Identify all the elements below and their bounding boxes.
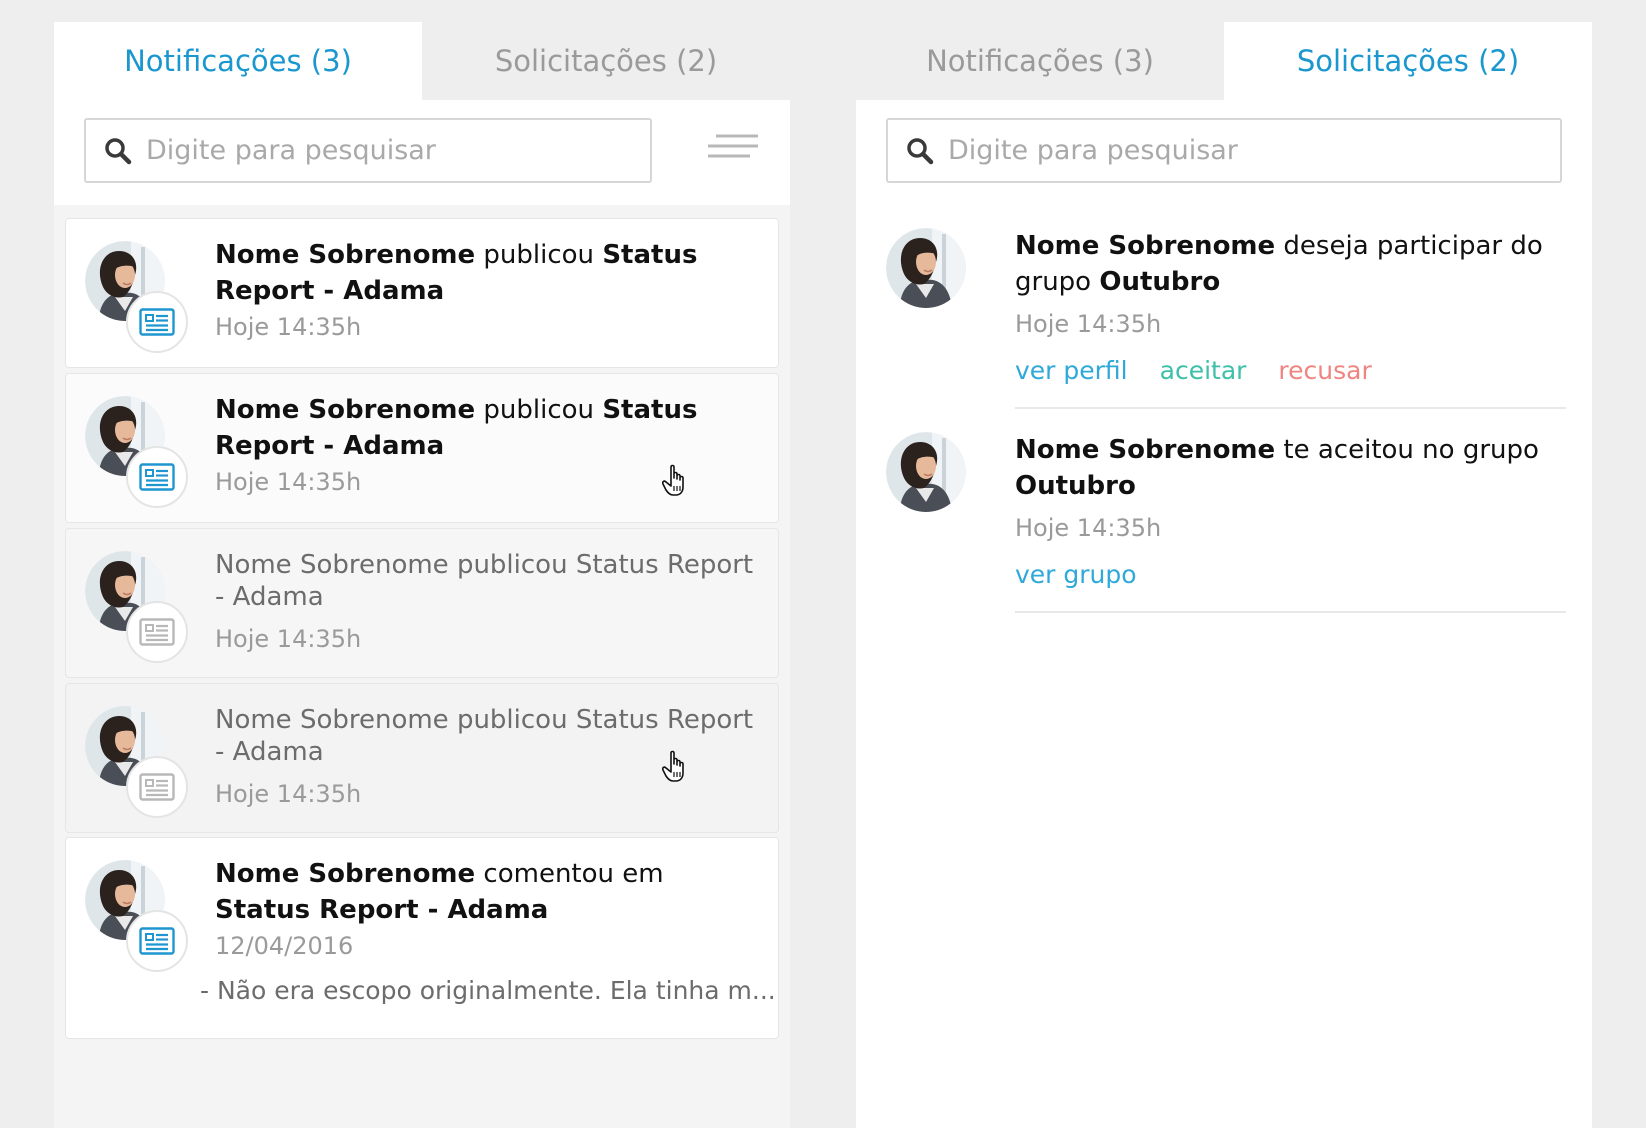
- document-badge: [126, 601, 188, 663]
- tab-bar: Notificações (3) Solicitações (2): [856, 22, 1592, 100]
- document-icon: [139, 463, 175, 491]
- search-input[interactable]: Digite para pesquisar: [84, 118, 652, 183]
- search-icon: [907, 137, 934, 164]
- group-name: Outubro: [1099, 267, 1221, 297]
- comment-excerpt: - Não era escopo originalmente. Ela tinh…: [200, 976, 776, 1005]
- timestamp: Hoje 14:35h: [1015, 514, 1162, 542]
- tab-notificacoes[interactable]: Notificações (3): [856, 22, 1224, 100]
- request-actions: ver perfil aceitar recusar: [1015, 356, 1372, 385]
- timestamp: Hoje 14:35h: [215, 780, 362, 808]
- request-item: Nome Sobrenome deseja participar do grup…: [856, 228, 1592, 428]
- timestamp: 12/04/2016: [215, 932, 354, 960]
- group-name: Outubro: [1015, 471, 1136, 501]
- request-description: te aceitou no grupo: [1283, 435, 1539, 465]
- notification-item[interactable]: Nome Sobrenome publicou Status Report - …: [65, 373, 779, 523]
- search-placeholder: Digite para pesquisar: [146, 135, 436, 166]
- search-icon: [105, 137, 132, 164]
- action-verb: publicou: [483, 395, 595, 425]
- tab-notificacoes[interactable]: Notificações (3): [54, 22, 422, 100]
- request-actions: ver grupo: [1015, 560, 1137, 589]
- document-icon: [139, 618, 175, 646]
- document-badge: [126, 291, 188, 353]
- tab-bar: Notificações (3) Solicitações (2): [54, 22, 790, 100]
- request-text: Nome Sobrenome deseja participar do grup…: [1015, 228, 1555, 300]
- reject-link[interactable]: recusar: [1278, 356, 1371, 385]
- request-text: Nome Sobrenome te aceitou no grupo Outub…: [1015, 432, 1555, 504]
- document-icon: [139, 308, 175, 336]
- document-icon: [139, 773, 175, 801]
- document-icon: [139, 927, 175, 955]
- timestamp: Hoje 14:35h: [215, 313, 362, 341]
- hand-pointer-cursor: [662, 464, 684, 496]
- search-input[interactable]: Digite para pesquisar: [886, 118, 1562, 183]
- document-badge: [126, 910, 188, 972]
- action-verb: publicou: [483, 240, 595, 270]
- filter-icon[interactable]: [702, 130, 762, 170]
- tab-solicitacoes[interactable]: Solicitações (2): [1224, 22, 1592, 100]
- author-name: Nome Sobrenome: [215, 859, 476, 889]
- notification-text: Nome Sobrenome comentou em Status Report…: [215, 856, 715, 928]
- document-badge: [126, 446, 188, 508]
- notification-item[interactable]: Nome Sobrenome publicou Status Report - …: [65, 218, 779, 368]
- divider: [1015, 611, 1566, 613]
- view-group-link[interactable]: ver grupo: [1015, 560, 1137, 589]
- notification-text: Nome Sobrenome publicou Status Report - …: [215, 237, 760, 309]
- notification-text: Nome Sobrenome publicou Status Report - …: [215, 550, 754, 612]
- timestamp: Hoje 14:35h: [215, 468, 362, 496]
- notification-text: Nome Sobrenome publicou Status Report - …: [215, 392, 760, 464]
- requests-panel: Notificações (3) Solicitações (2) Digite…: [856, 22, 1592, 1128]
- notification-item[interactable]: Nome Sobrenome publicou Status Report - …: [65, 683, 779, 833]
- request-item: Nome Sobrenome te aceitou no grupo Outub…: [856, 432, 1592, 632]
- author-name: Nome Sobrenome: [1015, 231, 1276, 261]
- notifications-panel: Notificações (3) Solicitações (2) Digite…: [54, 22, 790, 1128]
- search-bar: Digite para pesquisar: [856, 100, 1592, 205]
- document-badge: [126, 756, 188, 818]
- action-verb: comentou em: [483, 859, 664, 889]
- search-placeholder: Digite para pesquisar: [948, 135, 1238, 166]
- notification-item[interactable]: Nome Sobrenome comentou em Status Report…: [65, 837, 779, 1039]
- search-bar: Digite para pesquisar: [54, 100, 790, 205]
- author-name: Nome Sobrenome: [215, 395, 476, 425]
- timestamp: Hoje 14:35h: [1015, 310, 1162, 338]
- notification-item[interactable]: Nome Sobrenome publicou Status Report - …: [65, 528, 779, 678]
- author-name: Nome Sobrenome: [215, 240, 476, 270]
- hand-pointer-cursor: [662, 750, 684, 782]
- author-name: Nome Sobrenome: [1015, 435, 1276, 465]
- tab-solicitacoes[interactable]: Solicitações (2): [422, 22, 790, 100]
- timestamp: Hoje 14:35h: [215, 625, 362, 653]
- view-profile-link[interactable]: ver perfil: [1015, 356, 1128, 385]
- avatar[interactable]: [886, 228, 966, 308]
- object-name: Status Report - Adama: [215, 895, 549, 925]
- accept-link[interactable]: aceitar: [1160, 356, 1247, 385]
- avatar[interactable]: [886, 432, 966, 512]
- divider: [1015, 407, 1566, 409]
